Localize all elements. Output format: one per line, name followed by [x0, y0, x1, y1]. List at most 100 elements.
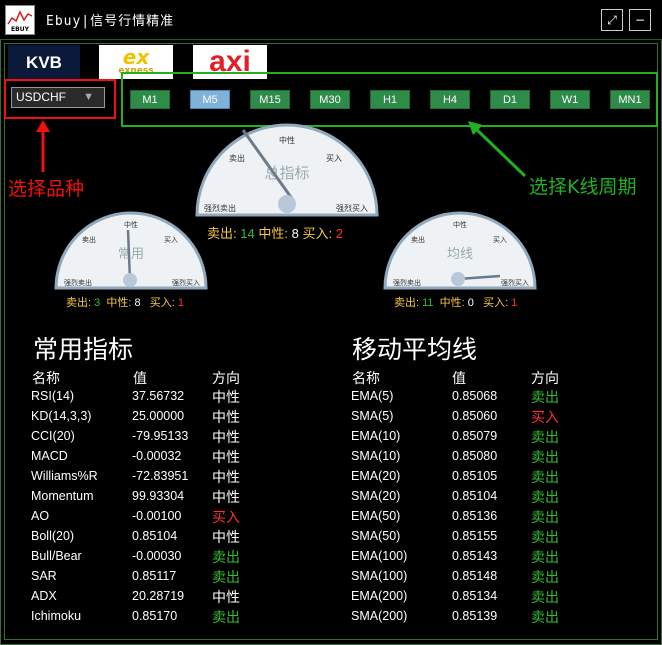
table-row-direction: 中性	[212, 450, 240, 466]
ma-header-direction: 方向	[531, 371, 559, 387]
gauge-ma-tick-neutral: 中性	[453, 220, 467, 229]
table-row-direction: 买入	[212, 510, 240, 526]
gauge-ma-sell-label: 卖出:	[394, 297, 420, 309]
table-row-direction: 卖出	[531, 470, 559, 486]
gauge-total-buy-count: 2	[335, 226, 343, 241]
table-row-direction: 卖出	[531, 590, 559, 606]
gauge-common-tick-neutral: 中性	[124, 220, 138, 229]
table-row-value: -79.95133	[132, 429, 189, 443]
table-row-direction: 卖出	[531, 430, 559, 446]
table-row-value: 0.85068	[452, 389, 498, 403]
table-row-direction: 卖出	[531, 450, 559, 466]
table-row-direction: 中性	[212, 390, 240, 406]
table-row-value: 0.85104	[452, 489, 498, 503]
gauge-common-sell-label: 卖出:	[66, 297, 92, 309]
table-row-direction: 中性	[212, 410, 240, 426]
table-row-direction: 卖出	[531, 490, 559, 506]
gauge-total-tick-strong-sell: 强烈卖出	[204, 203, 236, 213]
table-row-value: -0.00030	[132, 549, 182, 563]
table-row-direction: 卖出	[531, 510, 559, 526]
gauge-total-sell-label: 卖出:	[207, 226, 237, 241]
gauge-total-tick-strong-buy: 强烈买入	[336, 204, 368, 213]
gauge-total-hub	[278, 195, 296, 213]
gauge-common-neutral-label: 中性:	[106, 297, 132, 309]
table-row-direction: 中性	[212, 530, 240, 546]
table-row-direction: 卖出	[212, 550, 240, 566]
table-row-name: EMA(10)	[351, 429, 401, 443]
table-row-name: Williams%R	[31, 469, 98, 483]
table-row-direction: 卖出	[212, 610, 240, 626]
gauge-common-hub	[123, 273, 137, 287]
table-row-name: RSI(14)	[31, 389, 75, 403]
table-row-value: -0.00100	[132, 509, 182, 523]
table-row-value: 37.56732	[132, 389, 185, 403]
table-row-name: CCI(20)	[31, 429, 75, 443]
table-row-direction: 卖出	[531, 390, 559, 406]
table-row-name: EMA(20)	[351, 469, 401, 483]
gauge-common-tick-strong-buy: 强烈买入	[172, 278, 200, 287]
common-header-value: 值	[133, 371, 147, 387]
gauge-common-buy-count: 1	[177, 297, 185, 309]
common-header-name: 名称	[32, 371, 60, 387]
table-row-name: SMA(20)	[351, 489, 401, 503]
gauge-ma-title: 均线	[447, 247, 473, 262]
gauge-total-caption: 卖出: 14 中性: 8 买入: 2	[207, 223, 343, 242]
table-row-value: 20.28719	[132, 589, 185, 603]
table-row-value: 0.85080	[452, 449, 498, 463]
table-row-value: 0.85139	[452, 609, 498, 623]
gauge-ma-buy-count: 1	[511, 297, 518, 309]
table-row-direction: 中性	[212, 430, 240, 446]
table-row-value: 0.85117	[132, 569, 177, 583]
table-row-name: SAR	[31, 569, 57, 583]
table-row-name: SMA(200)	[351, 609, 408, 623]
table-row-name: Momentum	[31, 489, 94, 503]
table-row-direction: 卖出	[531, 570, 559, 586]
gauge-total-tick-sell: 卖出	[229, 153, 245, 163]
gauge-common-title: 常用	[118, 247, 144, 262]
ma-header-value: 值	[452, 371, 466, 387]
gauge-common-neutral-count: 8	[134, 297, 141, 309]
table-row-name: EMA(100)	[351, 549, 408, 563]
table-row-name: EMA(50)	[351, 509, 401, 523]
gauge-ma-sell-count: 11	[422, 297, 434, 309]
common-header-direction: 方向	[212, 371, 240, 387]
table-row-value: -0.00032	[132, 449, 182, 463]
gauge-ma-caption: 卖出: 11 中性: 0 买入: 1	[394, 294, 517, 310]
table-row-direction: 中性	[212, 590, 240, 606]
gauge-ma-hub	[451, 272, 465, 286]
table-row-direction: 卖出	[531, 550, 559, 566]
table-row-direction: 卖出	[531, 530, 559, 546]
table-row-direction: 卖出	[531, 610, 559, 626]
gauge-common-caption: 卖出: 3 中性: 8 买入: 1	[66, 294, 184, 310]
gauge-total-title: 总指标	[264, 164, 309, 182]
gauge-total-sell-count: 14	[240, 226, 255, 241]
gauge-ma-neutral-count: 0	[467, 297, 474, 309]
gauge-common-tick-sell: 卖出	[82, 235, 96, 244]
gauge-ma: 中性 卖出 买入 强烈卖出 强烈买入 均线	[383, 211, 537, 290]
table-row-value: 0.85079	[452, 429, 498, 443]
gauge-common: 中性 卖出 买入 强烈卖出 强烈买入 常用	[54, 211, 208, 290]
gauge-common-sell-count: 3	[94, 297, 101, 309]
table-row-name: Ichimoku	[31, 609, 82, 623]
gauge-ma-neutral-label: 中性:	[439, 297, 465, 309]
gauges-layer: 中性 卖出 买入 强烈卖出 强烈买入 总指标 中性 卖出 买入 强烈卖出 强烈买…	[54, 123, 537, 290]
table-row-value: 0.85148	[452, 569, 498, 583]
table-row-value: 0.85170	[132, 609, 178, 623]
table-row-value: 25.00000	[132, 409, 185, 423]
table-row-value: 0.85136	[452, 509, 498, 523]
table-row-value: 0.85143	[452, 549, 498, 563]
common-indicators-title: 常用指标	[33, 335, 134, 364]
table-row-name: ADX	[31, 589, 57, 603]
gauge-ma-tick-sell: 卖出	[411, 235, 425, 244]
table-row-name: Bull/Bear	[31, 549, 82, 563]
gauge-total-tick-neutral: 中性	[279, 135, 295, 145]
table-row-name: Boll(20)	[31, 529, 75, 543]
gauge-total-neutral-count: 8	[291, 226, 299, 241]
gauge-ma-tick-buy: 买入	[493, 236, 507, 244]
table-row-name: EMA(200)	[351, 589, 408, 603]
table-row-direction: 中性	[212, 490, 240, 506]
table-row-value: 0.85134	[452, 589, 498, 603]
gauge-total-buy-label: 买入:	[302, 226, 333, 241]
table-row-name: AO	[31, 509, 50, 523]
table-row-name: MACD	[31, 449, 68, 463]
